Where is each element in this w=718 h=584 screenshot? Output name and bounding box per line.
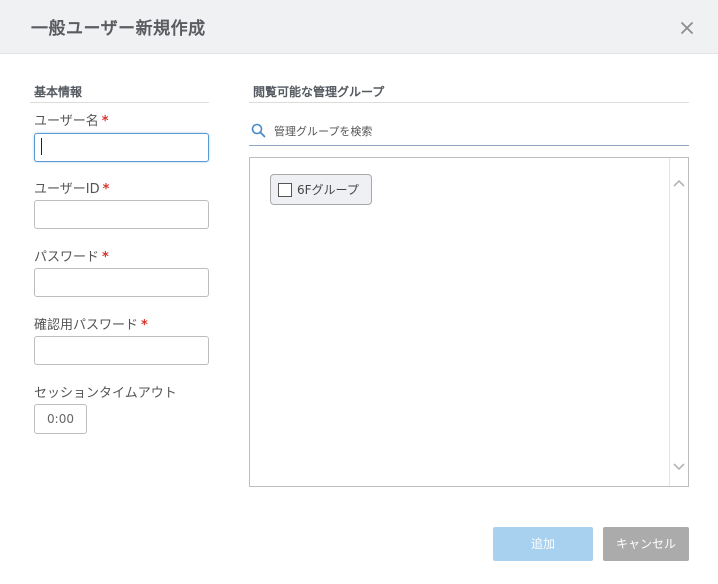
group-item-6f[interactable]: 6Fグループ	[270, 174, 372, 205]
session-timeout-label: セッションタイムアウト	[34, 386, 177, 401]
dialog-title: 一般ユーザー新規作成	[31, 19, 206, 39]
group-search-input[interactable]	[274, 121, 674, 141]
password-field[interactable]	[34, 268, 209, 297]
group-search[interactable]	[249, 116, 689, 146]
password-confirm-label: 確認用パスワード *	[34, 318, 148, 333]
scrollbar[interactable]	[669, 158, 688, 486]
search-icon	[251, 123, 266, 138]
groups-divider	[249, 102, 689, 103]
chevron-up-icon[interactable]	[673, 172, 685, 191]
password-confirm-field[interactable]	[34, 336, 209, 365]
close-icon[interactable]	[677, 18, 697, 38]
userid-label: ユーザーID *	[34, 182, 110, 197]
password-label: パスワード *	[34, 250, 109, 265]
session-timeout-field[interactable]: 0:00	[34, 404, 87, 434]
add-button[interactable]: 追加	[493, 527, 593, 561]
group-list: 6Fグループ	[249, 157, 689, 487]
username-field[interactable]	[34, 133, 209, 162]
chevron-down-icon[interactable]	[673, 456, 685, 475]
groups-heading: 閲覧可能な管理グループ	[253, 85, 385, 99]
username-label: ユーザー名 *	[34, 114, 109, 129]
required-mark: *	[141, 318, 148, 333]
basic-info-heading: 基本情報	[34, 85, 83, 99]
cancel-button[interactable]: キャンセル	[603, 527, 689, 561]
checkbox[interactable]	[278, 183, 292, 197]
group-item-label: 6Fグループ	[297, 183, 359, 197]
text-caret	[41, 138, 42, 155]
basic-info-divider	[30, 102, 209, 103]
userid-field[interactable]	[34, 200, 209, 229]
required-mark: *	[102, 182, 110, 197]
required-mark: *	[101, 114, 109, 129]
required-mark: *	[102, 250, 109, 265]
dialog-header: 一般ユーザー新規作成	[0, 0, 718, 54]
